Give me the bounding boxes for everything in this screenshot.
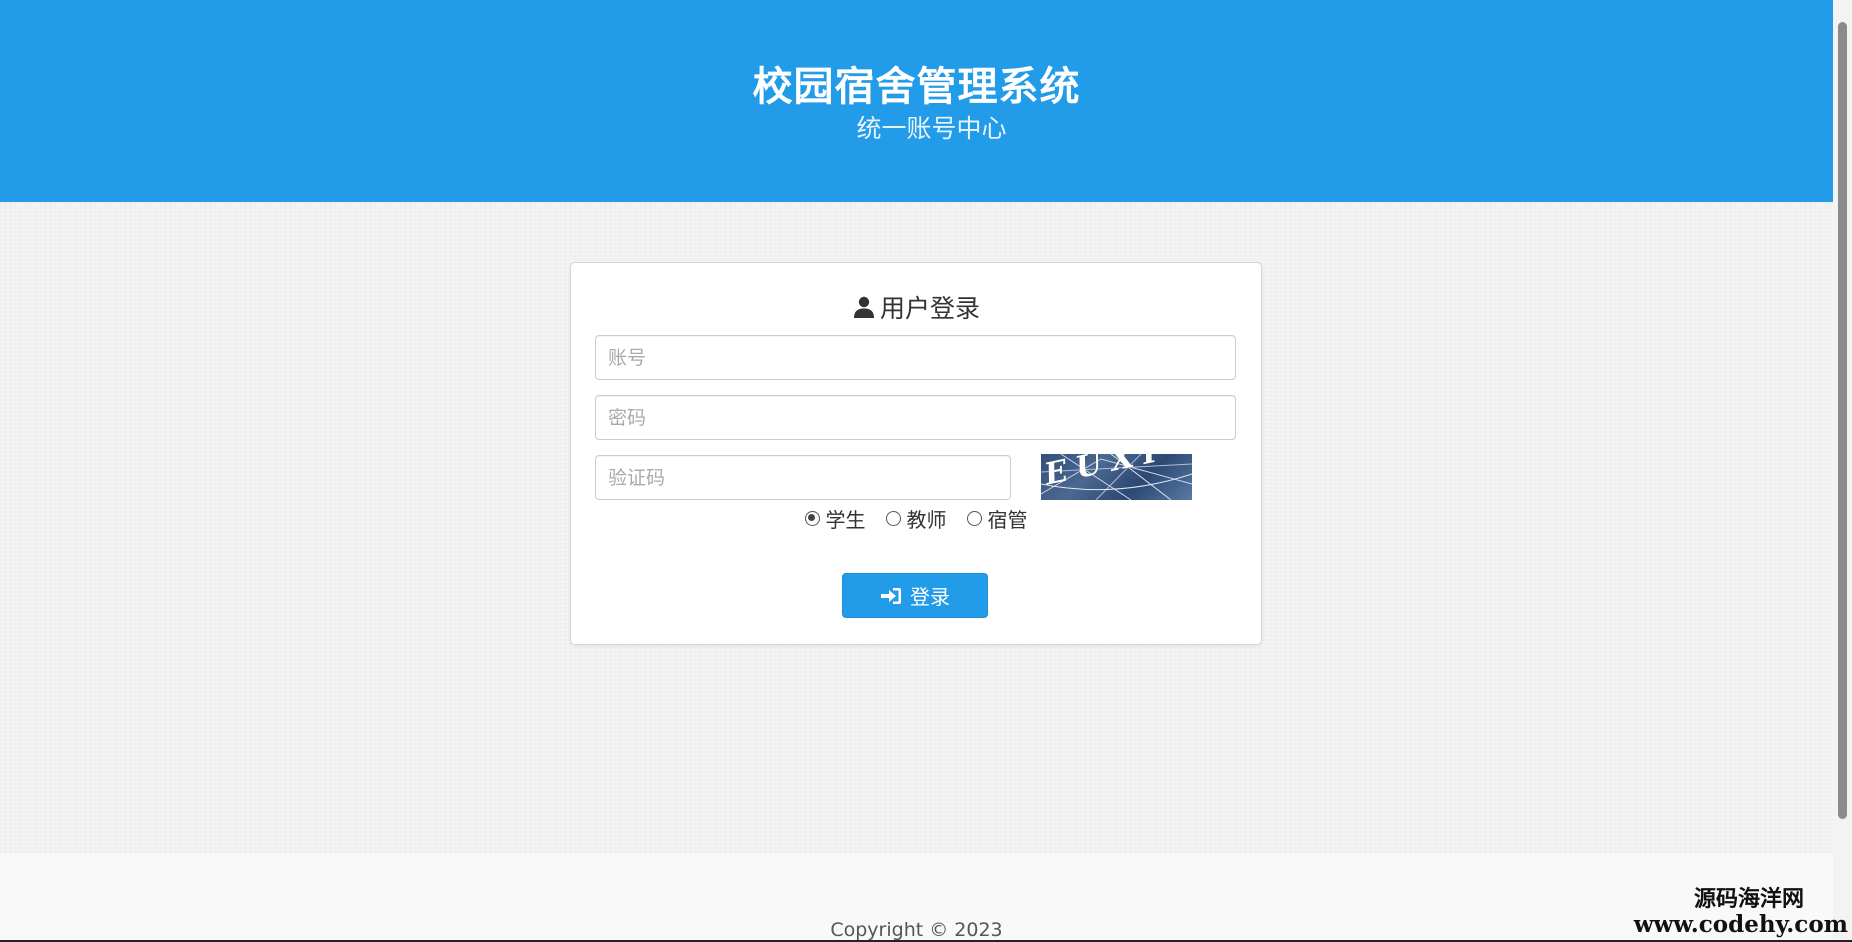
system-title: 校园宿舍管理系统 [752,64,1081,110]
account-input[interactable] [595,335,1236,380]
login-button-label: 登录 [910,585,950,609]
page: 校园宿舍管理系统 统一账号中心 用户登录 EUXI [0,0,1852,942]
captcha-input[interactable] [595,455,1011,500]
copyright-text: Copyright © 2023 [830,919,1003,941]
role-option-dorm-manager[interactable]: 宿管 [966,504,1028,533]
role-label-student: 学生 [825,507,866,532]
role-option-teacher[interactable]: 教师 [885,504,947,533]
watermark: 源码海洋网 www.codehy.com [1634,886,1848,938]
login-button[interactable]: 登录 [842,573,988,618]
password-input[interactable] [595,395,1236,440]
role-radio-dorm-manager[interactable] [966,510,982,526]
role-label-teacher: 教师 [906,507,947,532]
watermark-url: www.codehy.com [1633,911,1848,938]
role-radio-teacher[interactable] [885,510,901,526]
login-title-text: 用户登录 [879,294,980,323]
role-radio-student[interactable] [804,510,820,526]
watermark-name: 源码海洋网 [1693,886,1804,912]
role-label-dorm-manager: 宿管 [987,507,1028,532]
scrollbar-thumb[interactable] [1838,22,1847,819]
page-header: 校园宿舍管理系统 统一账号中心 [0,0,1833,202]
user-icon [853,296,874,318]
login-title: 用户登录 [571,287,1261,327]
system-subtitle: 统一账号中心 [856,114,1007,143]
sign-in-icon [881,587,901,604]
vertical-scrollbar[interactable] [1833,0,1852,942]
role-option-student[interactable]: 学生 [804,504,866,533]
role-selector: 学生 教师 宿管 [571,501,1261,535]
captcha-image[interactable]: EUXI [1041,454,1192,500]
login-panel: 用户登录 EUXI 学生 教师 [570,262,1262,645]
